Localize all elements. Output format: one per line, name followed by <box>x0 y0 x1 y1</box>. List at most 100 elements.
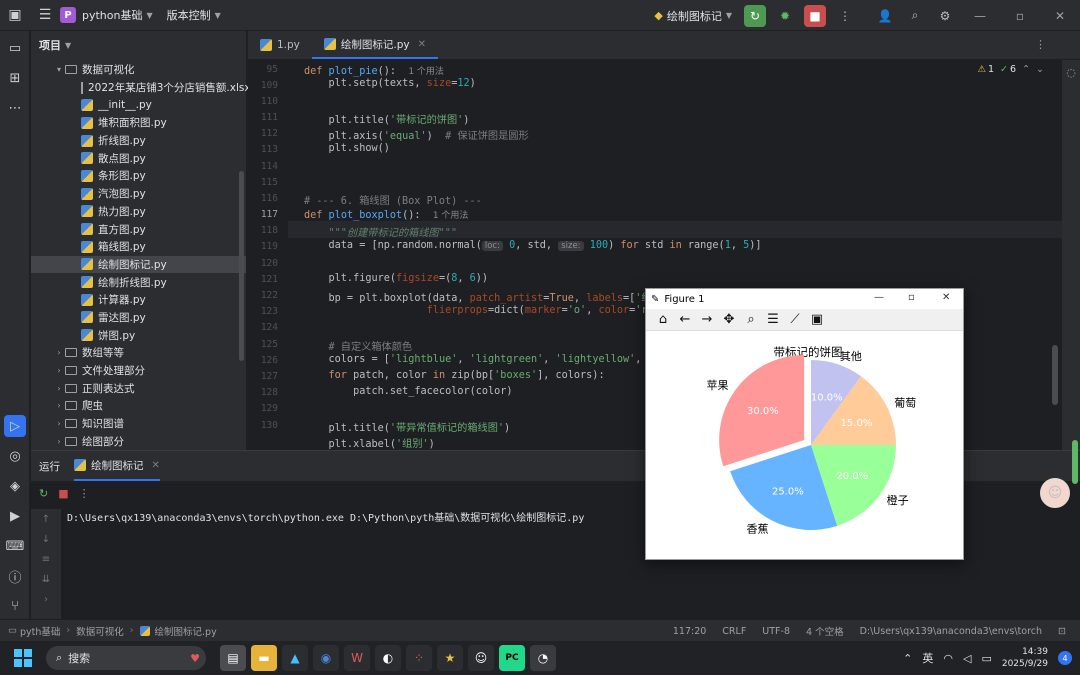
line-number[interactable]: 95 <box>248 64 278 75</box>
chevron-right-icon[interactable]: › <box>53 384 65 393</box>
layers-icon[interactable]: ◈ <box>0 471 30 501</box>
ime-indicator[interactable]: 英 <box>922 650 933 666</box>
tree-folder[interactable]: › 爬虫 <box>31 397 246 415</box>
figure-taskbar-icon[interactable]: ◔ <box>530 645 556 671</box>
chevron-right-icon[interactable]: › <box>53 348 65 357</box>
chevron-down-icon[interactable]: ▾ <box>53 65 65 74</box>
line-number[interactable]: 109 <box>248 80 278 91</box>
tree-folder[interactable]: › 知识图谱 <box>31 415 246 433</box>
chevron-right-icon[interactable]: › <box>53 419 65 428</box>
line-separator[interactable]: CRLF <box>722 626 746 637</box>
problems-icon[interactable]: ⓘ <box>0 561 30 591</box>
line-number[interactable]: 117 <box>248 209 278 220</box>
debug-button[interactable]: ✹ <box>774 5 796 27</box>
line-number[interactable]: 125 <box>248 339 278 350</box>
line-number[interactable]: 111 <box>248 112 278 123</box>
edit-axis-icon[interactable]: ⟋ <box>786 311 804 329</box>
panda-app-icon[interactable]: ◐ <box>375 645 401 671</box>
line-number[interactable]: 116 <box>248 193 278 204</box>
line-number[interactable]: 127 <box>248 371 278 382</box>
line-number[interactable]: 114 <box>248 161 278 172</box>
tree-file[interactable]: __init__.py <box>31 96 246 114</box>
pycharm-taskbar-icon[interactable]: PC <box>499 645 525 671</box>
tree-folder[interactable]: › 数组等等 <box>31 344 246 362</box>
run-config-selector[interactable]: ◆ 绘制图标记 ▼ <box>654 8 732 24</box>
tree-file[interactable]: 散点图.py <box>31 149 246 167</box>
figure-title-bar[interactable]: ✎ Figure 1 — ▫ ✕ <box>646 289 963 309</box>
pycharm-logo-icon[interactable]: ▣ <box>0 0 30 31</box>
structure-tool-icon[interactable]: ⊞ <box>0 63 30 93</box>
breadcrumb-item[interactable]: pyth基础 <box>20 624 60 638</box>
tab-active-file[interactable]: 绘制图标记.py ✕ <box>311 31 439 59</box>
chevron-right-icon[interactable]: › <box>53 401 65 410</box>
line-number[interactable]: 129 <box>248 403 278 414</box>
app-icon-triangle[interactable]: ▲ <box>282 645 308 671</box>
tree-folder[interactable]: › 文件处理部分 <box>31 362 246 380</box>
close-window-icon[interactable]: ✕ <box>942 292 950 303</box>
chevron-right-icon[interactable]: › <box>53 437 65 446</box>
interpreter-path[interactable]: D:\Users\qx139\anaconda3\envs\torch <box>860 626 1042 637</box>
project-selector[interactable]: P python基础 ▼ <box>60 7 153 23</box>
line-number[interactable]: 118 <box>248 225 278 236</box>
maximize-window-icon[interactable]: ▫ <box>908 292 915 303</box>
project-tool-icon[interactable]: ▭ <box>0 33 30 63</box>
line-number[interactable]: 112 <box>248 128 278 139</box>
stop-icon[interactable]: ■ <box>58 487 68 500</box>
chevron-up-icon[interactable]: ⌃ <box>1022 64 1030 75</box>
tree-file[interactable]: 绘制折线图.py <box>31 273 246 291</box>
rerun-icon[interactable]: ↻ <box>39 487 48 500</box>
tree-folder[interactable]: › 绘图部分 <box>31 432 246 450</box>
line-number[interactable]: 110 <box>248 96 278 107</box>
volume-icon[interactable]: ◁ <box>963 652 971 665</box>
clock[interactable]: 14:39 2025/9/29 <box>1002 646 1048 670</box>
browser-icon[interactable]: ◉ <box>313 645 339 671</box>
tree-folder[interactable]: ▾ 数据可视化 <box>31 61 246 79</box>
run-tab[interactable]: 绘制图标记 ✕ <box>74 451 160 481</box>
project-panel-header[interactable]: 项目 ▼ <box>31 31 246 59</box>
tree-file[interactable]: 箱线图.py <box>31 238 246 256</box>
user-app-icon[interactable]: ☺ <box>468 645 494 671</box>
notifications-icon[interactable]: ◌ <box>1062 66 1080 79</box>
dots-app-icon[interactable]: ⁘ <box>406 645 432 671</box>
line-number[interactable]: 120 <box>248 258 278 269</box>
wps-icon[interactable]: W <box>344 645 370 671</box>
zoom-icon[interactable]: ⌕ <box>742 311 760 329</box>
configure-subplots-icon[interactable]: ☰ <box>764 311 782 329</box>
line-number[interactable]: 113 <box>248 144 278 155</box>
close-window-icon[interactable]: ✕ <box>1040 9 1080 23</box>
close-tab-icon[interactable]: ✕ <box>152 460 160 471</box>
chevron-right-icon[interactable]: › <box>53 366 65 375</box>
stop-button[interactable]: ■ <box>804 4 826 27</box>
home-icon[interactable]: ⌂ <box>654 311 672 329</box>
line-number[interactable]: 124 <box>248 322 278 333</box>
soft-wrap-icon[interactable]: ≡ <box>31 549 61 569</box>
lock-icon[interactable]: ⊡ <box>1058 626 1066 637</box>
settings-gear-icon[interactable]: ⚙ <box>934 5 956 27</box>
expand-icon[interactable]: › <box>31 589 61 609</box>
tree-file[interactable]: 饼图.py <box>31 326 246 344</box>
tree-file[interactable]: 汽泡图.py <box>31 185 246 203</box>
terminal-icon[interactable]: ⌨ <box>0 531 30 561</box>
line-number[interactable]: 128 <box>248 387 278 398</box>
star-app-icon[interactable]: ★ <box>437 645 463 671</box>
vcs-selector[interactable]: 版本控制 ▼ <box>167 7 221 23</box>
line-number[interactable]: 130 <box>248 420 278 431</box>
scroll-down-icon[interactable]: ↓ <box>31 529 61 549</box>
more-actions-icon[interactable]: ⋮ <box>834 5 856 27</box>
more-icon[interactable]: ⋮ <box>79 487 90 500</box>
task-view-icon[interactable]: ▤ <box>220 645 246 671</box>
line-number[interactable]: 126 <box>248 355 278 366</box>
more-tools-icon[interactable]: ⋯ <box>0 93 30 123</box>
breadcrumb-item[interactable]: 数据可视化 <box>76 624 124 638</box>
scroll-to-end-icon[interactable]: ⇊ <box>31 569 61 589</box>
line-number[interactable]: 122 <box>248 290 278 301</box>
project-panel-scrollbar[interactable] <box>239 171 244 361</box>
tree-file[interactable]: 雷达图.py <box>31 309 246 327</box>
chevron-up-icon[interactable]: ⌃ <box>903 652 912 665</box>
tree-folder[interactable]: › 正则表达式 <box>31 379 246 397</box>
minimize-window-icon[interactable]: — <box>874 292 884 303</box>
tree-file[interactable]: 折线图.py <box>31 132 246 150</box>
services-icon[interactable]: ▶ <box>0 501 30 531</box>
indent-setting[interactable]: 4 个空格 <box>806 624 844 638</box>
editor-scrollbar[interactable] <box>1052 345 1058 405</box>
